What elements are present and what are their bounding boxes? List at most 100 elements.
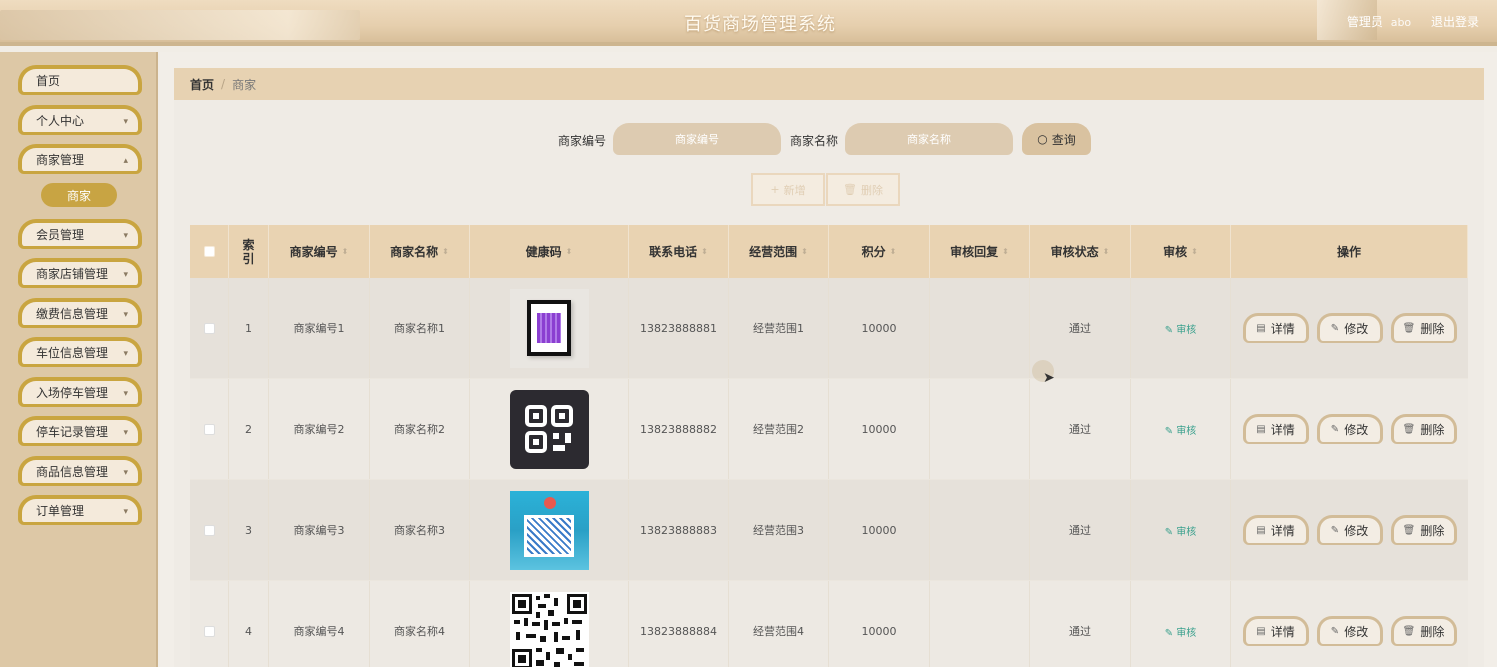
sidebar-item-parking-record-management[interactable]: 停车记录管理 ▾ bbox=[18, 416, 142, 446]
cell-index: 3 bbox=[229, 480, 269, 580]
header-merchant-name[interactable]: 商家名称 ⬍ bbox=[370, 225, 470, 278]
sidebar-item-order-management[interactable]: 订单管理 ▾ bbox=[18, 495, 142, 525]
sidebar-item-product-management[interactable]: 商品信息管理 ▾ bbox=[18, 456, 142, 486]
merchant-no-input[interactable] bbox=[613, 123, 781, 155]
cell-index: 4 bbox=[229, 581, 269, 667]
sort-icon[interactable]: ⬍ bbox=[1191, 247, 1198, 256]
delete-button[interactable]: 🗑 删除 bbox=[1390, 515, 1457, 545]
delete-button[interactable]: 🗑 删除 bbox=[1390, 414, 1457, 444]
sidebar-item-entry-parking-management[interactable]: 入场停车管理 ▾ bbox=[18, 377, 142, 407]
delete-button-label: 删除 bbox=[1420, 423, 1445, 437]
health-code-image[interactable] bbox=[509, 288, 589, 368]
edit-button-label: 修改 bbox=[1344, 524, 1369, 538]
cell-scope: 经营范围1 bbox=[729, 278, 829, 378]
header-label: 健康码 bbox=[525, 245, 562, 259]
sidebar-item-personal-center[interactable]: 个人中心 ▾ bbox=[18, 105, 142, 135]
health-code-image[interactable] bbox=[509, 591, 589, 667]
sidebar-subitem-merchant[interactable]: 商家 bbox=[41, 183, 117, 207]
cell-points: 10000 bbox=[829, 581, 930, 667]
role-label: 管理员 bbox=[1346, 15, 1383, 29]
select-all-checkbox[interactable] bbox=[203, 246, 215, 257]
header-points[interactable]: 积分 ⬍ bbox=[829, 225, 930, 278]
merchant-name-input[interactable] bbox=[845, 123, 1013, 155]
pencil-icon: ✎ bbox=[1330, 323, 1340, 334]
edit-button[interactable]: ✎ 修改 bbox=[1316, 515, 1383, 545]
sidebar-item-store-management[interactable]: 商家店铺管理 ▾ bbox=[18, 258, 142, 288]
delete-button-label: 删除 bbox=[1420, 322, 1445, 336]
header-phone[interactable]: 联系电话 ⬍ bbox=[629, 225, 729, 278]
audit-link[interactable]: ✎ 审核 bbox=[1165, 422, 1197, 437]
row-checkbox[interactable] bbox=[203, 322, 215, 334]
sidebar-item-payment-management[interactable]: 缴费信息管理 ▾ bbox=[18, 298, 142, 328]
sidebar-item-label: 缴费信息管理 bbox=[36, 307, 109, 321]
sort-icon[interactable]: ⬍ bbox=[801, 247, 808, 256]
audit-link[interactable]: ✎ 审核 bbox=[1165, 624, 1197, 639]
query-button[interactable]: ○ 查询 bbox=[1022, 123, 1091, 155]
sort-icon[interactable]: ⬍ bbox=[442, 247, 449, 256]
merchant-name-label: 商家名称 bbox=[790, 134, 839, 148]
header-audit-status[interactable]: 审核状态 ⬍ bbox=[1030, 225, 1131, 278]
delete-button[interactable]: 🗑 删除 bbox=[1390, 616, 1457, 646]
sidebar-item-home[interactable]: 首页 bbox=[18, 65, 142, 95]
sidebar-item-parking-space-management[interactable]: 车位信息管理 ▾ bbox=[18, 337, 142, 367]
audit-link[interactable]: ✎ 审核 bbox=[1165, 321, 1197, 336]
cell-audit: ✎ 审核 bbox=[1131, 278, 1231, 378]
health-code-image[interactable] bbox=[509, 389, 589, 469]
header-scope[interactable]: 经营范围 ⬍ bbox=[729, 225, 829, 278]
sidebar-item-label: 订单管理 bbox=[36, 504, 85, 518]
sort-icon[interactable]: ⬍ bbox=[566, 247, 573, 256]
cell-points: 10000 bbox=[829, 278, 930, 378]
audit-link-label: 审核 bbox=[1176, 425, 1197, 437]
sort-icon[interactable]: ⬍ bbox=[1103, 247, 1110, 256]
bulk-delete-button[interactable]: 🗑 删除 bbox=[826, 173, 900, 206]
logout-link[interactable]: 退出登录 bbox=[1431, 15, 1479, 29]
edit-button[interactable]: ✎ 修改 bbox=[1316, 414, 1383, 444]
sort-icon[interactable]: ⬍ bbox=[1002, 247, 1009, 256]
edit-button[interactable]: ✎ 修改 bbox=[1316, 313, 1383, 343]
sidebar-item-merchant-management[interactable]: 商家管理 ▴ bbox=[18, 144, 142, 174]
sidebar-item-label: 会员管理 bbox=[36, 228, 85, 242]
header-audit[interactable]: 审核 ⬍ bbox=[1131, 225, 1231, 278]
breadcrumb-home[interactable]: 首页 bbox=[190, 76, 214, 93]
detail-button[interactable]: ▤ 详情 bbox=[1242, 616, 1309, 646]
header-merchant-no[interactable]: 商家编号 ⬍ bbox=[269, 225, 370, 278]
pencil-icon: ✎ bbox=[1330, 525, 1340, 536]
audit-link[interactable]: ✎ 审核 bbox=[1165, 523, 1197, 538]
delete-button[interactable]: 🗑 删除 bbox=[1390, 313, 1457, 343]
edit-button[interactable]: ✎ 修改 bbox=[1316, 616, 1383, 646]
sidebar: 首页 个人中心 ▾ 商家管理 ▴ 商家 会员管理 ▾ 商家店铺管理 ▾ 缴费信息… bbox=[0, 52, 158, 667]
sidebar-item-member-management[interactable]: 会员管理 ▾ bbox=[18, 219, 142, 249]
cell-merchant-name: 商家名称2 bbox=[370, 379, 470, 479]
cell-operations: ▤ 详情 ✎ 修改 🗑 删除 bbox=[1231, 581, 1468, 667]
cell-operations: ▤ 详情 ✎ 修改 🗑 删除 bbox=[1231, 379, 1468, 479]
detail-button[interactable]: ▤ 详情 bbox=[1242, 515, 1309, 545]
sort-icon[interactable]: ⬍ bbox=[701, 247, 708, 256]
cell-audit-status: 通过 bbox=[1030, 480, 1131, 580]
cell-merchant-name: 商家名称4 bbox=[370, 581, 470, 667]
sort-icon[interactable]: ⬍ bbox=[890, 247, 897, 256]
cell-audit-reply bbox=[930, 278, 1030, 378]
header-index: 索引 bbox=[229, 225, 269, 278]
detail-button[interactable]: ▤ 详情 bbox=[1242, 313, 1309, 343]
cell-audit-reply bbox=[930, 581, 1030, 667]
edit-button-label: 修改 bbox=[1344, 322, 1369, 336]
cell-audit: ✎ 审核 bbox=[1131, 379, 1231, 479]
health-code-image[interactable] bbox=[509, 490, 589, 570]
row-checkbox[interactable] bbox=[203, 423, 215, 435]
cell-points: 10000 bbox=[829, 379, 930, 479]
header-audit-reply[interactable]: 审核回复 ⬍ bbox=[930, 225, 1030, 278]
row-checkbox[interactable] bbox=[203, 625, 215, 637]
document-icon: ▤ bbox=[1256, 525, 1266, 536]
trash-icon: 🗑 bbox=[1402, 323, 1416, 334]
sidebar-item-label: 商家管理 bbox=[36, 153, 85, 167]
add-button[interactable]: + 新增 bbox=[751, 173, 825, 206]
table-row: 4 商家编号4 商家名称4 13823888884 经营范围4 10000 通过… bbox=[190, 581, 1468, 667]
header-health-code[interactable]: 健康码 ⬍ bbox=[470, 225, 629, 278]
merchant-no-label: 商家编号 bbox=[558, 134, 607, 148]
cell-phone: 13823888883 bbox=[629, 480, 729, 580]
detail-button[interactable]: ▤ 详情 bbox=[1242, 414, 1309, 444]
document-icon: ▤ bbox=[1256, 626, 1266, 637]
pencil-icon: ✎ bbox=[1164, 627, 1177, 639]
row-checkbox[interactable] bbox=[203, 524, 215, 536]
sort-icon[interactable]: ⬍ bbox=[342, 247, 349, 256]
